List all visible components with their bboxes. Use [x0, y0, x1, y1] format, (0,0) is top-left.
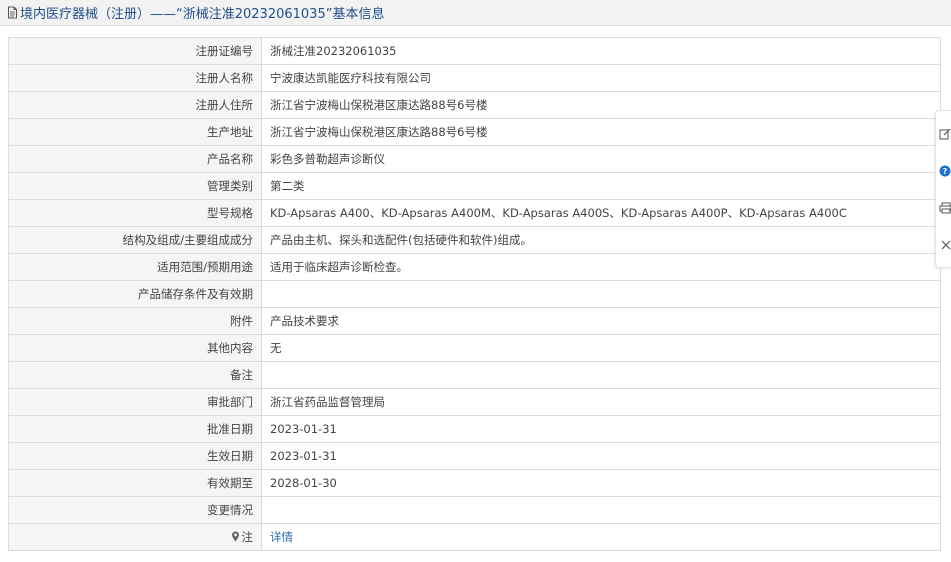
row-label: 附件: [8, 307, 262, 335]
help-icon: ?: [939, 165, 951, 176]
details-link[interactable]: 详情: [270, 530, 293, 544]
print-icon: [939, 202, 951, 213]
row-label: 注册人名称: [8, 64, 262, 92]
row-label: 适用范围/预期用途: [8, 253, 262, 281]
help-button[interactable]: ?: [937, 161, 951, 181]
row-value: [261, 280, 941, 308]
table-row: 有效期至 2028-01-30: [8, 469, 941, 497]
row-value: 2023-01-31: [261, 442, 941, 470]
table-row: 备注: [8, 361, 941, 389]
page-header: 境内医疗器械（注册）——“浙械注准20232061035”基本信息: [0, 0, 951, 26]
row-value: 浙江省药品监督管理局: [261, 388, 941, 416]
table-row: 批准日期 2023-01-31: [8, 415, 941, 443]
table-row: 产品名称 彩色多普勒超声诊断仪: [8, 145, 941, 173]
svg-text:?: ?: [943, 167, 948, 176]
edit-button[interactable]: [937, 124, 951, 144]
row-value: [261, 496, 941, 524]
page-title: 境内医疗器械（注册）——“浙械注准20232061035”基本信息: [20, 7, 385, 22]
row-value: 彩色多普勒超声诊断仪: [261, 145, 941, 173]
row-label: 有效期至: [8, 469, 262, 497]
table-row: 其他内容无: [8, 334, 941, 362]
row-label: 生效日期: [8, 442, 262, 470]
row-value: KD-Apsaras A400、KD-Apsaras A400M、KD-Apsa…: [261, 199, 941, 227]
table-row: 型号规格 KD-Apsaras A400、KD-Apsaras A400M、KD-…: [8, 199, 941, 227]
table-row: 审批部门 浙江省药品监督管理局: [8, 388, 941, 416]
row-value: 适用于临床超声诊断检查。: [261, 253, 941, 281]
table-row: 结构及组成/主要组成成分 产品由主机、探头和选配件(包括硬件和软件)组成。: [8, 226, 941, 254]
table-row: 附件 产品技术要求: [8, 307, 941, 335]
row-value: 宁波康达凯能医疗科技有限公司: [261, 64, 941, 92]
edit-icon: [939, 128, 951, 139]
row-label: 注册人住所: [8, 91, 262, 119]
table-row-note: 注 详情: [8, 523, 941, 551]
table-row: 注册证编号 浙械注准20232061035: [8, 37, 941, 65]
table-row: 注册人名称 宁波康达凯能医疗科技有限公司: [8, 64, 941, 92]
row-label: 批准日期: [8, 415, 262, 443]
close-icon: [941, 240, 951, 250]
row-value: 产品技术要求: [261, 307, 941, 335]
document-icon: [6, 6, 19, 19]
table-row: 适用范围/预期用途 适用于临床超声诊断检查。: [8, 253, 941, 281]
row-label: 其他内容: [8, 334, 262, 362]
row-label: 型号规格: [8, 199, 262, 227]
table-row: 变更情况: [8, 496, 941, 524]
row-value: 产品由主机、探头和选配件(包括硬件和软件)组成。: [261, 226, 941, 254]
row-label: 注: [8, 523, 262, 551]
row-label: 管理类别: [8, 172, 262, 200]
row-value: 浙械注准20232061035: [261, 37, 941, 65]
row-label: 结构及组成/主要组成成分: [8, 226, 262, 254]
row-value: 浙江省宁波梅山保税港区康达路88号6号楼: [261, 91, 941, 119]
pin-icon: [231, 531, 240, 542]
row-value: 2028-01-30: [261, 469, 941, 497]
table-row: 生产地址 浙江省宁波梅山保税港区康达路88号6号楼: [8, 118, 941, 146]
row-label: 备注: [8, 361, 262, 389]
row-label: 审批部门: [8, 388, 262, 416]
row-value: 无: [261, 334, 941, 362]
info-table: 注册证编号 浙械注准20232061035 注册人名称 宁波康达凯能医疗科技有限公司注…: [8, 37, 941, 551]
print-button[interactable]: [937, 198, 951, 218]
row-label: 产品名称: [8, 145, 262, 173]
row-value: 浙江省宁波梅山保税港区康达路88号6号楼: [261, 118, 941, 146]
row-value: 第二类: [261, 172, 941, 200]
table-row: 生效日期 2023-01-31: [8, 442, 941, 470]
row-value: 详情: [261, 523, 941, 551]
row-value: [261, 361, 941, 389]
table-row: 管理类别 第二类: [8, 172, 941, 200]
note-label: 注: [241, 529, 254, 544]
row-label: 生产地址: [8, 118, 262, 146]
table-row: 注册人住所 浙江省宁波梅山保税港区康达路88号6号楼: [8, 91, 941, 119]
table-row: 产品储存条件及有效期: [8, 280, 941, 308]
row-value: 2023-01-31: [261, 415, 941, 443]
row-label: 产品储存条件及有效期: [8, 280, 262, 308]
row-label: 变更情况: [8, 496, 262, 524]
row-label: 注册证编号: [8, 37, 262, 65]
side-toolbar: ?: [935, 110, 951, 268]
close-button[interactable]: [937, 235, 951, 255]
